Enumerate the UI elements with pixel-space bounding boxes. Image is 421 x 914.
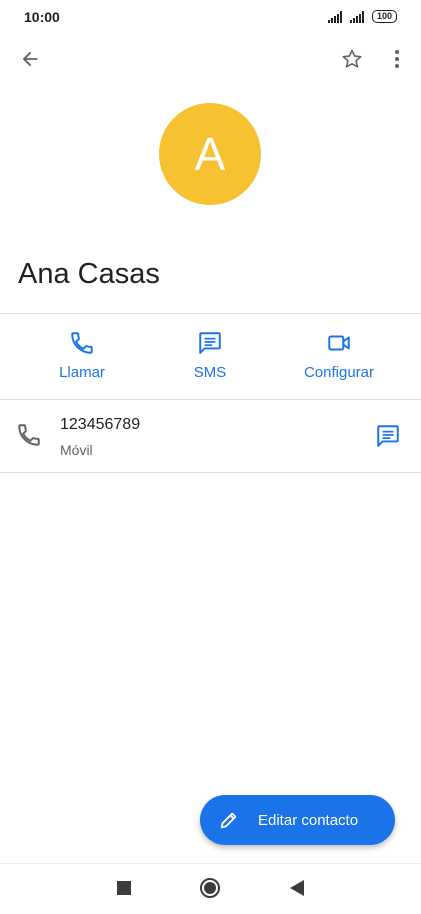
pencil-icon: [218, 809, 240, 831]
recents-button[interactable]: [108, 872, 140, 904]
app-bar: [0, 36, 421, 82]
contact-name: Ana Casas: [18, 258, 160, 290]
quick-actions: Llamar SMS Configurar: [0, 314, 421, 399]
divider: [0, 472, 421, 473]
back-arrow-icon: [22, 51, 38, 67]
star-outline-icon: [342, 49, 362, 68]
phone-entry[interactable]: 123456789 Móvil: [0, 400, 421, 472]
status-time: 10:00: [24, 9, 60, 25]
call-action-button[interactable]: Llamar: [22, 330, 142, 381]
sms-action-label: SMS: [193, 364, 227, 381]
home-button[interactable]: [194, 872, 226, 904]
system-nav-bar: [0, 864, 421, 914]
home-circle-icon: [200, 878, 220, 898]
battery-icon: 100: [371, 10, 397, 23]
sms-action-button[interactable]: SMS: [150, 330, 270, 381]
phone-type: Móvil: [60, 442, 93, 458]
phone-icon: [18, 424, 40, 446]
videocam-icon: [328, 335, 350, 351]
video-action-label: Configurar: [303, 364, 375, 381]
status-bar: 10:00 100: [0, 0, 421, 36]
back-button[interactable]: [10, 39, 50, 79]
recents-square-icon: [117, 881, 131, 895]
avatar: A: [159, 103, 261, 205]
video-action-button[interactable]: Configurar: [279, 330, 399, 381]
message-icon: [199, 332, 221, 354]
phone-icon: [71, 332, 93, 354]
edit-contact-label: Editar contacto: [258, 811, 359, 829]
more-vert-icon: [395, 50, 399, 68]
call-action-label: Llamar: [59, 364, 105, 381]
message-icon: [377, 425, 399, 447]
send-sms-button[interactable]: [368, 416, 408, 456]
favorite-button[interactable]: [332, 39, 372, 79]
signal-icon: [349, 10, 364, 23]
back-triangle-icon: [290, 880, 304, 896]
phone-number: 123456789: [60, 416, 141, 433]
signal-icon: [327, 10, 342, 23]
more-options-button[interactable]: [377, 39, 417, 79]
nav-back-button[interactable]: [281, 872, 313, 904]
edit-contact-button[interactable]: Editar contacto: [200, 795, 395, 845]
status-icons: 100: [327, 10, 397, 23]
